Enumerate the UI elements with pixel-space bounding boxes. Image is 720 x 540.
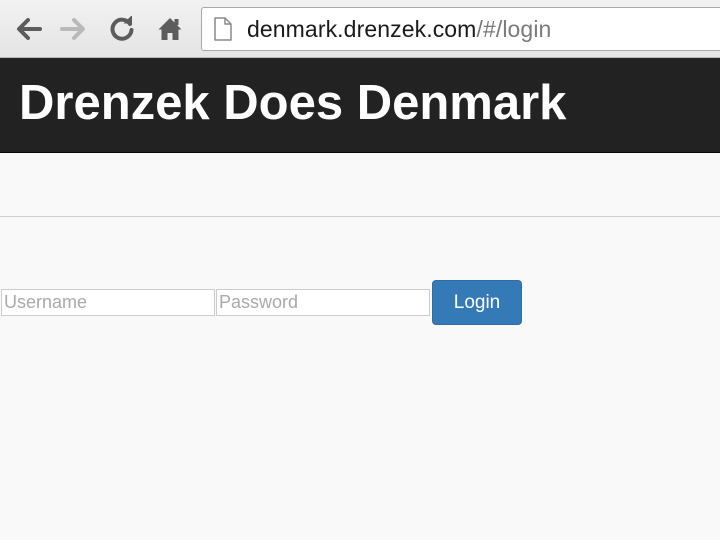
site-navbar: Drenzek Does Denmark [0,58,720,153]
reload-button[interactable] [105,12,139,46]
header-divider [0,216,720,217]
site-brand[interactable]: Drenzek Does Denmark [19,75,566,131]
login-form: Login [0,280,720,326]
page-icon [214,17,232,41]
url-host: denmark.drenzek.com [247,15,477,42]
forward-button[interactable] [57,12,91,46]
login-button[interactable]: Login [432,280,522,325]
url-text: denmark.drenzek.com/#/login [247,16,551,43]
username-input[interactable] [1,289,215,316]
address-bar[interactable]: denmark.drenzek.com/#/login [201,7,720,51]
back-arrow-icon [17,18,42,40]
home-icon [158,18,182,40]
forward-arrow-icon [60,18,85,40]
home-button[interactable] [153,12,187,46]
reload-icon [110,16,134,41]
password-input[interactable] [216,289,430,316]
url-path: /#/login [476,15,552,42]
browser-toolbar: denmark.drenzek.com/#/login [0,0,720,58]
back-button[interactable] [11,12,45,46]
